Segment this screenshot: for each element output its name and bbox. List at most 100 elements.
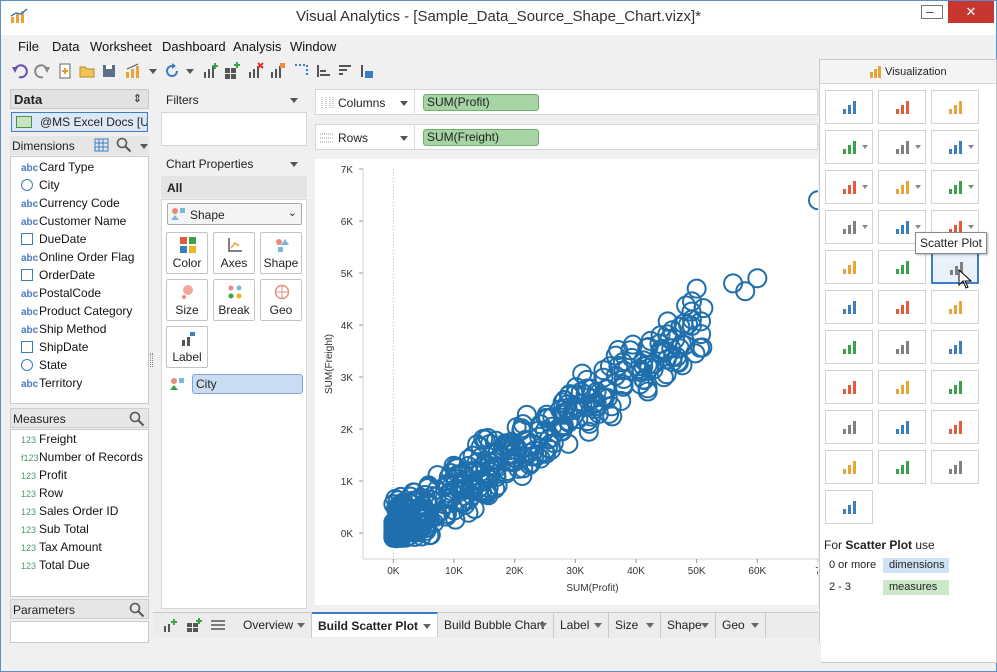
- viz-dropdown-icon[interactable]: [862, 185, 868, 189]
- viz-tree-map-button[interactable]: [931, 330, 979, 364]
- columns-pill[interactable]: SUM(Profit): [423, 94, 539, 111]
- viz-candlestick-chart-button[interactable]: [931, 450, 979, 484]
- viz-dropdown-icon[interactable]: [915, 145, 921, 149]
- menu-window[interactable]: Window: [290, 39, 336, 54]
- rows-pill[interactable]: SUM(Freight): [423, 129, 539, 146]
- viz-heat-grid-button[interactable]: [931, 410, 979, 444]
- sheet-tab[interactable]: Build Bubble Chart: [438, 613, 554, 638]
- chart-canvas[interactable]: 0K 1K 2K 3K 4K 5K 6K 7K 0K 10K 20K 30K 40K 50K 60K 7 SUM…: [315, 159, 828, 605]
- filters-drop-zone[interactable]: [161, 112, 307, 146]
- viz-dropdown-icon[interactable]: [862, 145, 868, 149]
- viz-dropdown-icon[interactable]: [915, 185, 921, 189]
- measure-item[interactable]: 123 Row: [21, 486, 63, 500]
- tab-menu-icon[interactable]: [594, 623, 602, 628]
- save-icon[interactable]: [100, 62, 118, 80]
- sheet-tab[interactable]: Overview: [237, 613, 312, 638]
- viz-range-chart-button[interactable]: [878, 370, 926, 404]
- menu-worksheet[interactable]: Worksheet: [90, 39, 152, 54]
- viz-pie-chart-button[interactable]: [825, 330, 873, 364]
- viz-bullet-chart-button[interactable]: [825, 490, 873, 524]
- tab-menu-icon[interactable]: [646, 623, 654, 628]
- add-worksheet-icon[interactable]: [201, 62, 219, 80]
- dimension-item[interactable]: ShipDate: [21, 340, 88, 354]
- dimension-item[interactable]: abcTerritory: [21, 376, 82, 390]
- menu-data[interactable]: Data: [52, 39, 79, 54]
- chart-properties-menu-icon[interactable]: [290, 162, 298, 167]
- measure-item[interactable]: 123 Sales Order ID: [21, 504, 118, 518]
- viz-pareto-chart-button[interactable]: [878, 450, 926, 484]
- viz-heat-map-button[interactable]: [878, 90, 926, 124]
- label-button[interactable]: Label: [166, 326, 208, 368]
- viz-discrete-line-button[interactable]: [931, 170, 979, 204]
- tab-menu-icon[interactable]: [751, 623, 759, 628]
- data-panel-sort-icon[interactable]: ⇕: [133, 92, 142, 105]
- new-worksheet-tab-icon[interactable]: [162, 618, 178, 634]
- viz-dropdown-icon[interactable]: [862, 225, 868, 229]
- undo-icon[interactable]: [11, 62, 29, 80]
- tab-menu-icon[interactable]: [539, 623, 547, 628]
- viz-bar-chart-button[interactable]: [825, 130, 873, 164]
- viz-funnel-chart-button[interactable]: [931, 370, 979, 404]
- measure-item[interactable]: f123Number of Records: [21, 450, 143, 464]
- refresh-dropdown-icon[interactable]: [186, 69, 194, 74]
- dimensions-menu-icon[interactable]: [140, 144, 148, 149]
- all-marks-label[interactable]: All: [161, 176, 307, 198]
- break-button[interactable]: Break: [213, 279, 255, 321]
- dimension-item[interactable]: abcOnline Order Flag: [21, 250, 134, 264]
- table-view-icon[interactable]: [94, 138, 109, 152]
- viz-dual-line-button[interactable]: [878, 170, 926, 204]
- measure-item[interactable]: 123 Tax Amount: [21, 540, 102, 554]
- viz-histogram-button[interactable]: [878, 250, 926, 284]
- sheet-tab[interactable]: Build Scatter Plot: [312, 612, 438, 637]
- new-file-icon[interactable]: [56, 62, 74, 80]
- open-folder-icon[interactable]: [78, 62, 96, 80]
- mark-type-select[interactable]: Shape ⌄: [167, 203, 302, 225]
- measure-item[interactable]: 123 Sub Total: [21, 522, 89, 536]
- viz-donut-chart-button[interactable]: [878, 330, 926, 364]
- dimension-item[interactable]: abcCustomer Name: [21, 214, 126, 228]
- filters-menu-icon[interactable]: [290, 98, 298, 103]
- axes-button[interactable]: Axes: [213, 232, 255, 274]
- scatter-plot[interactable]: 0K 1K 2K 3K 4K 5K 6K 7K 0K 10K 20K 30K 40K 50K 60K 7 SUM…: [315, 159, 828, 605]
- viz-bubble-chart-button[interactable]: [825, 290, 873, 324]
- refresh-icon[interactable]: [163, 62, 181, 80]
- viz-area-chart-button[interactable]: [825, 210, 873, 244]
- dimension-item[interactable]: abcPostalCode: [21, 286, 101, 300]
- sheet-tab[interactable]: Label: [554, 613, 609, 638]
- dimension-item[interactable]: OrderDate: [21, 268, 95, 282]
- add-dashboard-icon[interactable]: [223, 62, 241, 80]
- fit-view-icon[interactable]: [358, 62, 376, 80]
- viz-radar-chart-button[interactable]: [825, 450, 873, 484]
- dimension-item[interactable]: City: [21, 178, 60, 192]
- viz-dropdown-icon[interactable]: [915, 225, 921, 229]
- close-button[interactable]: ✕: [948, 1, 994, 23]
- dimension-item[interactable]: DueDate: [21, 232, 86, 246]
- viz-filled-map-button[interactable]: [931, 290, 979, 324]
- swap-axes-icon[interactable]: [292, 62, 310, 80]
- measure-item[interactable]: 123 Freight: [21, 432, 76, 446]
- data-source-selector[interactable]: @MS Excel Docs [U...: [11, 112, 148, 132]
- viz-line-chart-button[interactable]: [825, 170, 873, 204]
- viz-table-button[interactable]: [825, 90, 873, 124]
- color-button[interactable]: Color: [166, 232, 208, 274]
- sheet-tab[interactable]: Geo: [716, 613, 766, 638]
- measure-item[interactable]: 123 Total Due: [21, 558, 90, 572]
- clear-sheet-icon[interactable]: [246, 62, 264, 80]
- search-measures-icon[interactable]: [129, 411, 145, 427]
- viz-dropdown-icon[interactable]: [968, 145, 974, 149]
- tab-menu-icon[interactable]: [701, 623, 709, 628]
- tab-menu-icon[interactable]: [423, 624, 431, 629]
- viz-area-discrete-button[interactable]: [825, 250, 873, 284]
- viz-box-plot-button[interactable]: [825, 370, 873, 404]
- sort-ascending-icon[interactable]: [314, 62, 332, 80]
- duplicate-sheet-icon[interactable]: [268, 62, 286, 80]
- chart-wizard-dropdown-icon[interactable]: [149, 69, 157, 74]
- menu-dashboard[interactable]: Dashboard: [162, 39, 226, 54]
- shape-button[interactable]: Shape: [260, 232, 302, 274]
- chart-wizard-icon[interactable]: [124, 62, 142, 80]
- redo-icon[interactable]: [33, 62, 51, 80]
- viz-stacked-bar-button[interactable]: [878, 130, 926, 164]
- columns-menu-icon[interactable]: [400, 101, 408, 106]
- panel-splitter-handle[interactable]: [150, 353, 153, 367]
- search-dimensions-icon[interactable]: [116, 137, 132, 153]
